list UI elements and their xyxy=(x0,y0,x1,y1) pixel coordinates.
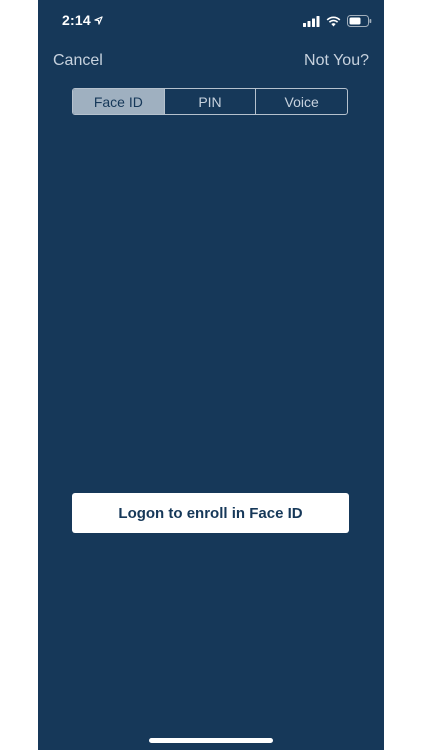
status-icons xyxy=(303,14,372,32)
segment-voice[interactable]: Voice xyxy=(255,89,347,114)
status-time-text: 2:14 xyxy=(62,12,91,28)
home-indicator[interactable] xyxy=(149,738,273,743)
nav-bar: Cancel Not You? xyxy=(38,46,384,76)
not-you-button[interactable]: Not You? xyxy=(304,52,369,70)
wifi-icon xyxy=(326,14,341,32)
cancel-button[interactable]: Cancel xyxy=(53,52,103,70)
segment-face-id[interactable]: Face ID xyxy=(73,89,164,114)
auth-method-segmented-control: Face ID PIN Voice xyxy=(72,88,348,115)
location-arrow-icon xyxy=(94,12,103,28)
segment-pin[interactable]: PIN xyxy=(163,89,256,114)
status-time: 2:14 xyxy=(62,12,103,28)
app-screen: 2:14 Cancel Not You? Face ID PIN Voice L… xyxy=(38,0,384,750)
cellular-signal-icon xyxy=(303,14,320,32)
status-bar: 2:14 xyxy=(38,0,384,44)
enroll-face-id-button[interactable]: Logon to enroll in Face ID xyxy=(72,493,349,533)
battery-icon xyxy=(347,14,372,32)
